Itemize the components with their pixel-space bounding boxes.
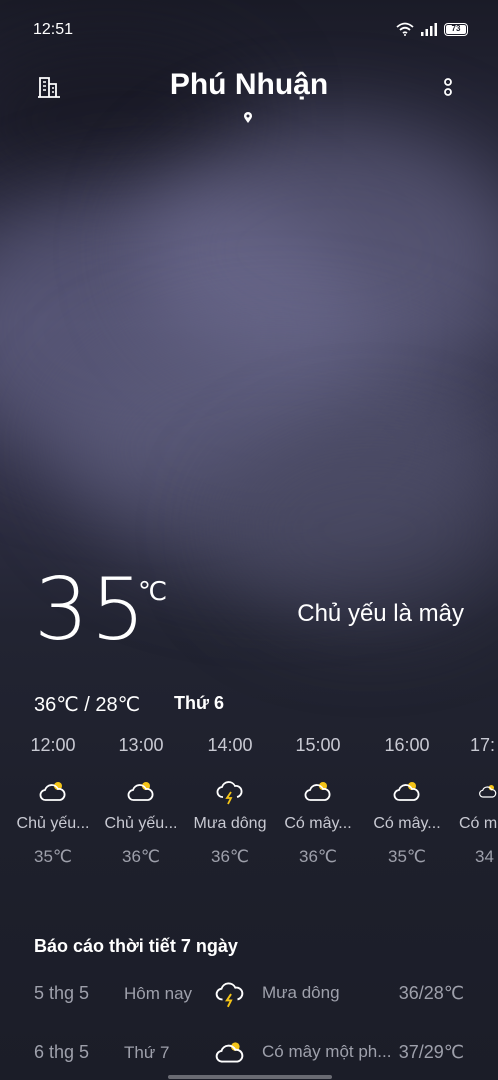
hour-time: 12:00 [30, 735, 76, 755]
forecast-desc: Mưa dông [262, 983, 340, 1002]
hourly-item: 13:00 Chủ yếu... 36℃ [97, 735, 185, 867]
hourly-item: 17: Có m 34 [454, 735, 498, 867]
hour-desc: Có mây... [284, 815, 352, 832]
partly-cloudy-icon [215, 1042, 244, 1063]
forecast-day: Thứ 7 [124, 1043, 170, 1062]
forecast-date: 5 thg 5 [34, 983, 90, 1003]
forecast-date: 6 thg 5 [34, 1042, 90, 1062]
signal-icon [421, 23, 437, 36]
hour-temp: 36℃ [298, 847, 337, 866]
hour-time: 16:00 [384, 735, 430, 755]
status-icons: 73 [396, 22, 468, 36]
home-indicator[interactable] [168, 1075, 332, 1079]
hourly-item: 16:00 Có mây... 35℃ [363, 735, 451, 867]
forecast-row[interactable]: 6 thg 5 Thứ 7 Có mây một ph... 37/29℃ [0, 1032, 498, 1072]
battery-icon: 73 [444, 22, 468, 36]
forecast-day: Hôm nay [124, 984, 193, 1003]
forecast-temp: 37/29℃ [398, 1042, 464, 1062]
location-icon [244, 112, 252, 123]
hourly-item: 15:00 Có mây... 36℃ [274, 735, 362, 867]
hourly-item: 14:00 Mưa dông 36℃ [186, 735, 274, 867]
hour-temp: 34 [475, 847, 494, 866]
partly-cloudy-icon [9, 771, 97, 811]
more-options-icon[interactable] [438, 74, 458, 100]
current-day: Thứ 6 [174, 693, 225, 713]
partly-cloudy-icon [274, 771, 362, 811]
forecast-desc: Có mây một ph... [262, 1042, 392, 1061]
wifi-icon [396, 22, 414, 36]
hourly-forecast[interactable]: 12:00 Chủ yếu... 35℃ 13:00 Chủ yếu... 36… [0, 735, 498, 885]
current-condition: Chủ yếu là mây [297, 600, 464, 627]
hour-temp: 35℃ [387, 847, 426, 866]
hour-desc: Có m [459, 815, 498, 832]
status-bar: 12:51 73 [0, 0, 498, 60]
forecast-temp: 36/28℃ [398, 983, 464, 1003]
hour-desc: Có mây... [373, 815, 441, 832]
forecast-title: Báo cáo thời tiết 7 ngày [34, 936, 238, 956]
partly-cloudy-icon [363, 771, 451, 811]
hour-temp: 35℃ [33, 847, 72, 866]
partly-cloudy-icon [454, 771, 498, 811]
hour-desc: Chủ yếu... [16, 815, 90, 832]
current-temperature: 35 [34, 560, 148, 660]
hour-desc: Mưa dông [193, 815, 267, 832]
hour-temp: 36℃ [121, 847, 160, 866]
forecast-row[interactable]: 5 thg 5 Hôm nay Mưa dông 36/28℃ [0, 973, 498, 1013]
status-time: 12:51 [33, 21, 74, 38]
header: Phú Nhuận [0, 60, 498, 130]
temperature-unit: ℃ [138, 576, 168, 606]
thunderstorm-icon [215, 982, 244, 1008]
hourly-item: 12:00 Chủ yếu... 35℃ [9, 735, 97, 867]
temperature-range: 36℃ / 28℃ [34, 694, 141, 716]
partly-cloudy-icon [97, 771, 185, 811]
hour-time: 17: [470, 735, 496, 755]
hour-time: 15:00 [295, 735, 341, 755]
hour-desc: Chủ yếu... [104, 815, 178, 832]
hour-time: 14:00 [207, 735, 253, 755]
weather-background [0, 0, 498, 1080]
thunderstorm-icon [186, 771, 274, 811]
city-name: Phú Nhuận [169, 68, 329, 101]
hour-temp: 36℃ [210, 847, 249, 866]
hour-time: 13:00 [118, 735, 164, 755]
